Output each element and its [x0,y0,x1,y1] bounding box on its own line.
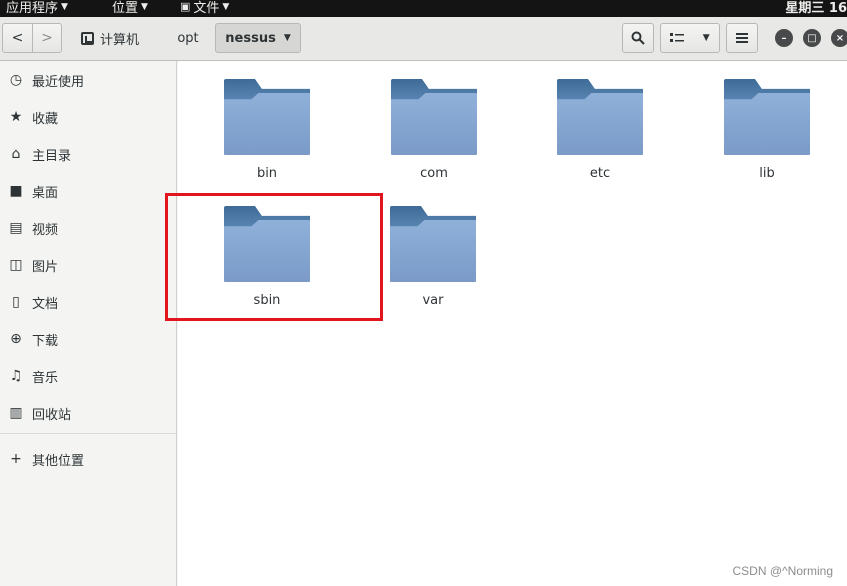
music-icon: ♫ [9,368,23,384]
close-button[interactable]: × [831,29,847,47]
sidebar: ◷ 最近使用 ★ 收藏 ⌂ 主目录 ■ 桌面 ▤ 视频 ◫ 图片 ▯ 文档 ⊕ … [0,61,177,586]
plus-icon: + [10,451,22,467]
chevron-down-icon: ▼ [283,33,291,43]
files-menu-label: 文件 [193,1,220,16]
sidebar-item-label: 桌面 [32,185,59,201]
folder-item[interactable]: etc [545,67,655,181]
sidebar-item-label: 回收站 [32,407,72,423]
list-view-icon [670,33,685,42]
sidebar-item-desktop[interactable]: ■ 桌面 [8,180,58,202]
sidebar-item-home[interactable]: ⌂ 主目录 [8,143,71,165]
sidebar-item-documents[interactable]: ▯ 文档 [8,291,58,313]
folder-name: var [422,293,444,308]
sidebar-item-pictures[interactable]: ◫ 图片 [8,254,58,276]
picture-icon: ◫ [9,257,23,273]
sidebar-item-label: 视频 [32,222,59,238]
folder-item[interactable]: com [379,67,489,181]
sidebar-item-label: 文档 [32,296,59,312]
sidebar-item-music[interactable]: ♫ 音乐 [8,365,58,387]
folder-item[interactable]: var [378,194,488,308]
folder-icon [557,79,643,157]
folder-icon [390,206,476,284]
sidebar-item-label: 下载 [32,333,59,349]
star-icon: ★ [9,109,23,125]
document-icon: ▯ [12,294,20,310]
clock-icon: ◷ [9,72,23,88]
path-computer-label: 计算机 [100,32,140,48]
chevron-down-icon: ▼ [222,1,230,12]
hamburger-icon [736,33,748,43]
header-bar: < > 计算机 opt nessus ▼ ▼ – □ × [0,17,847,61]
folder-name: lib [759,166,775,181]
download-icon: ⊕ [10,331,22,347]
folder-item[interactable]: bin [212,67,322,181]
sidebar-item-label: 图片 [32,259,59,275]
back-button[interactable]: < [3,24,32,52]
minimize-icon: – [781,32,787,44]
search-button[interactable] [622,23,654,53]
sidebar-item-label: 收藏 [32,111,59,127]
menu-button[interactable] [726,23,758,53]
files-menu[interactable]: ▣ 文件 ▼ [180,0,229,16]
computer-icon [81,31,94,45]
top-panel: 应用程序 ▼ 位置 ▼ ▣ 文件 ▼ 星期三 16 [0,0,847,17]
home-icon: ⌂ [11,146,21,162]
sidebar-item-trash[interactable]: ▥ 回收站 [8,402,71,424]
path-nessus[interactable]: nessus ▼ [215,23,301,53]
chevron-down-icon: ▼ [702,33,710,43]
sidebar-item-starred[interactable]: ★ 收藏 [8,106,58,128]
chevron-left-icon: < [11,30,24,46]
video-icon: ▤ [9,220,23,236]
folder-name: etc [589,166,611,181]
folder-icon [391,79,477,157]
maximize-icon: □ [807,32,817,44]
files-icon: ▣ [180,0,191,13]
watermark: CSDN @^Norming [732,564,834,578]
desktop-icon: ■ [9,183,23,199]
folder-item[interactable]: lib [712,67,822,181]
path-opt[interactable]: opt [168,23,208,53]
sidebar-item-label: 音乐 [32,370,59,386]
path-nessus-label: nessus [225,30,276,46]
folder-name: com [420,166,448,181]
applications-menu-label: 应用程序 [6,1,59,16]
places-menu-label: 位置 [112,1,139,16]
chevron-down-icon: ▼ [141,1,148,12]
applications-menu[interactable]: 应用程序 ▼ [6,0,68,16]
sidebar-item-other-locations[interactable]: + 其他位置 [8,448,84,470]
folder-name: bin [256,166,278,181]
view-options-button[interactable]: ▼ [660,23,720,53]
path-computer[interactable]: 计算机 [73,23,159,53]
sidebar-item-label: 最近使用 [32,74,85,90]
maximize-button[interactable]: □ [803,29,821,47]
sidebar-item-label: 主目录 [32,148,72,164]
highlight-annotation [165,193,383,321]
trash-icon: ▥ [9,405,23,421]
navigation-buttons: < > [2,23,62,53]
folder-icon [224,79,310,157]
sidebar-item-recent[interactable]: ◷ 最近使用 [8,69,84,91]
places-menu[interactable]: 位置 ▼ [112,0,148,16]
minimize-button[interactable]: – [775,29,793,47]
path-opt-label: opt [177,30,199,46]
sidebar-item-videos[interactable]: ▤ 视频 [8,217,58,239]
file-view: bin com etc lib sbin var [178,61,847,586]
close-icon: × [835,32,845,44]
chevron-down-icon: ▼ [61,1,68,12]
forward-button[interactable]: > [31,24,61,52]
sidebar-item-label: 其他位置 [32,453,85,469]
sidebar-item-downloads[interactable]: ⊕ 下载 [8,328,58,350]
search-icon [631,31,645,45]
folder-icon [724,79,810,157]
clock[interactable]: 星期三 16 [785,0,847,16]
sidebar-divider [0,433,176,434]
chevron-right-icon: > [41,30,53,46]
